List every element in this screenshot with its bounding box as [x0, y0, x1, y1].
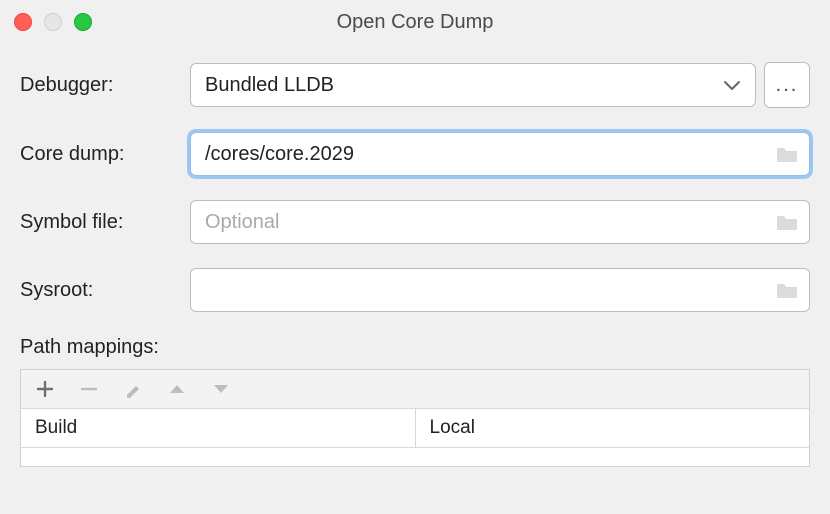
move-up-button[interactable]	[165, 377, 189, 401]
window-close-button[interactable]	[14, 13, 32, 31]
path-mappings-panel: Build Local	[20, 369, 810, 467]
remove-mapping-button[interactable]	[77, 377, 101, 401]
path-mappings-label: Path mappings:	[20, 336, 810, 359]
add-mapping-button[interactable]	[33, 377, 57, 401]
sysroot-input[interactable]	[205, 279, 795, 302]
core-dump-label: Core dump:	[20, 143, 190, 166]
move-down-button[interactable]	[209, 377, 233, 401]
symbol-file-input[interactable]	[205, 211, 795, 234]
path-mappings-header: Build Local	[21, 409, 809, 448]
symbol-file-field[interactable]	[190, 200, 810, 244]
chevron-down-icon	[723, 64, 741, 106]
edit-mapping-button[interactable]	[121, 377, 145, 401]
folder-icon[interactable]	[775, 133, 799, 175]
debugger-more-button[interactable]: ...	[764, 62, 810, 108]
folder-icon[interactable]	[775, 201, 799, 243]
window-title: Open Core Dump	[0, 11, 830, 34]
symbol-file-label: Symbol file:	[20, 211, 190, 234]
core-dump-field[interactable]	[190, 132, 810, 176]
path-mappings-toolbar	[21, 370, 809, 409]
debugger-select[interactable]: Bundled LLDB	[190, 63, 756, 107]
window-minimize-button[interactable]	[44, 13, 62, 31]
folder-icon[interactable]	[775, 269, 799, 311]
sysroot-field[interactable]	[190, 268, 810, 312]
window-zoom-button[interactable]	[74, 13, 92, 31]
traffic-lights	[14, 13, 92, 31]
sysroot-label: Sysroot:	[20, 279, 190, 302]
debugger-label: Debugger:	[20, 74, 190, 97]
path-mappings-body	[21, 448, 809, 466]
column-build[interactable]: Build	[21, 409, 415, 447]
column-local[interactable]: Local	[415, 409, 810, 447]
debugger-more-label: ...	[776, 74, 799, 97]
core-dump-input[interactable]	[205, 143, 795, 166]
window-titlebar: Open Core Dump	[0, 0, 830, 44]
debugger-select-value: Bundled LLDB	[205, 74, 334, 97]
